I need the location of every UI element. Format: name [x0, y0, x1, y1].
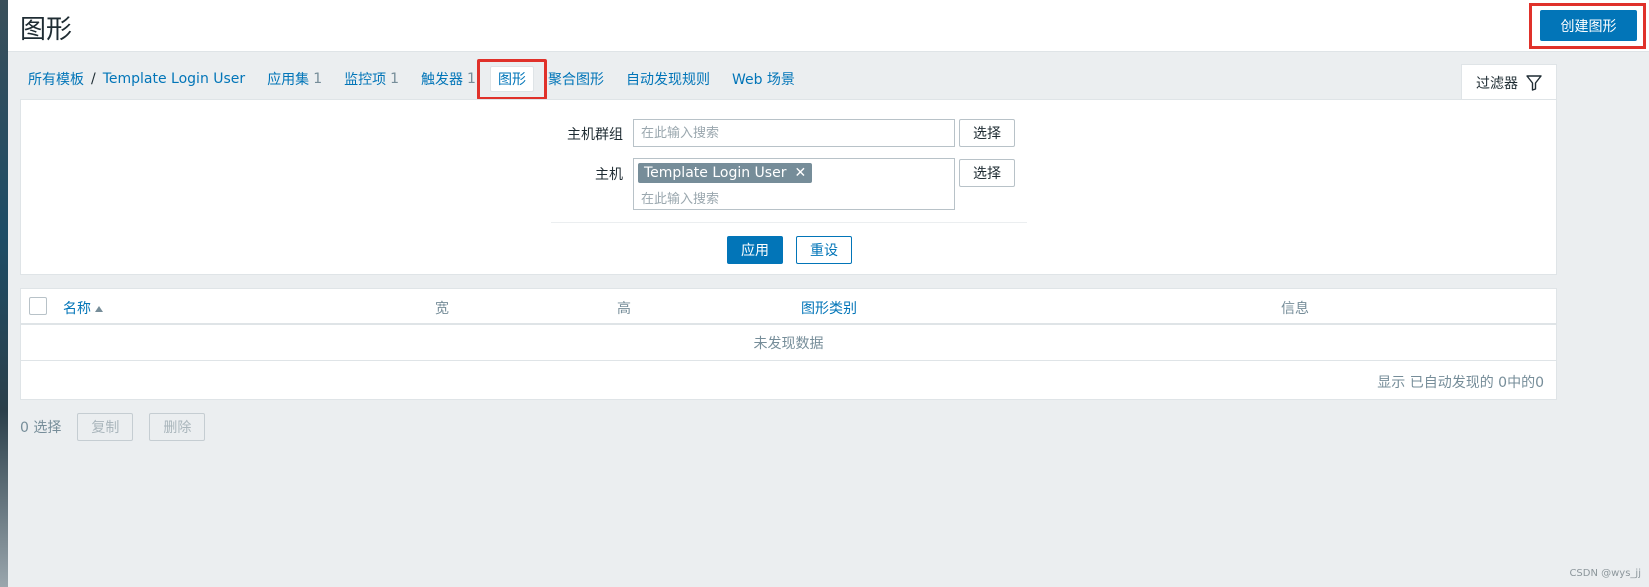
table-header: 名称 宽 高 图形类别 信息 [21, 289, 1556, 325]
funnel-icon [1526, 74, 1542, 91]
selected-count: 0 选择 [20, 420, 62, 436]
host-search-placeholder[interactable]: 在此输入搜索 [641, 188, 719, 207]
column-height: 高 [617, 301, 631, 317]
filter-panel: 主机群组 选择 主机 Template Login User ✕ 在此输入搜索 … [20, 99, 1557, 275]
page-title: 图形 [20, 15, 73, 45]
mass-action-bar: 0 选择 复制 删除 [20, 413, 206, 441]
tab-triggers[interactable]: 触发器 [421, 69, 463, 89]
column-width: 宽 [435, 301, 449, 317]
items-count: 1 [390, 71, 400, 87]
tab-items[interactable]: 监控项 [344, 69, 386, 89]
table-footer-count: 显示 已自动发现的 0中的0 [1377, 375, 1544, 391]
tab-screens[interactable]: 聚合图形 [548, 69, 604, 89]
copy-button[interactable]: 复制 [77, 413, 134, 441]
column-graph-type[interactable]: 图形类别 [801, 298, 857, 318]
host-label: 主机 [595, 167, 623, 183]
graphs-tab-highlight [477, 59, 547, 100]
applications-count: 1 [313, 71, 323, 87]
column-info: 信息 [1281, 301, 1309, 317]
column-name[interactable]: 名称 [63, 298, 103, 318]
tab-applications[interactable]: 应用集 [267, 69, 309, 89]
breadcrumb-template[interactable]: Template Login User [103, 71, 245, 87]
graphs-table: 名称 宽 高 图形类别 信息 未发现数据 显示 已自动发现的 0中的0 [20, 288, 1557, 400]
select-all-checkbox[interactable] [29, 297, 47, 315]
host-tag-label: Template Login User [644, 165, 787, 181]
host-group-label: 主机群组 [567, 127, 623, 143]
host-tag: Template Login User ✕ [638, 163, 813, 183]
host-group-input[interactable] [633, 119, 955, 147]
breadcrumb: 所有模板 / Template Login User 应用集 1 监控项 1 触… [28, 66, 795, 92]
app-window: 图形 创建图形 所有模板 / Template Login User 应用集 1… [8, 0, 1649, 587]
reset-button[interactable]: 重设 [796, 236, 852, 264]
sort-asc-icon [95, 306, 103, 312]
tab-discovery-rules[interactable]: 自动发现规则 [626, 69, 710, 89]
create-graph-button[interactable]: 创建图形 [1540, 10, 1637, 41]
close-icon[interactable]: ✕ [794, 165, 806, 181]
filter-tab-label: 过滤器 [1476, 75, 1518, 92]
left-background-strip [0, 0, 8, 587]
filter-tab[interactable]: 过滤器 [1461, 64, 1557, 100]
apply-button[interactable]: 应用 [727, 236, 783, 264]
host-select-button[interactable]: 选择 [959, 159, 1015, 187]
breadcrumb-separator: / [91, 71, 96, 87]
triggers-count: 1 [467, 71, 476, 87]
column-name-label: 名称 [63, 301, 91, 317]
delete-button[interactable]: 删除 [149, 413, 206, 441]
watermark: CSDN @wys_jj [1569, 568, 1641, 579]
filter-divider [551, 222, 1027, 223]
tab-web-scenarios[interactable]: Web 场景 [732, 69, 795, 89]
breadcrumb-all-templates[interactable]: 所有模板 [28, 69, 84, 89]
host-group-select-button[interactable]: 选择 [959, 119, 1015, 147]
empty-row: 未发现数据 [21, 325, 1556, 361]
host-multiselect[interactable]: Template Login User ✕ 在此输入搜索 [633, 158, 955, 210]
page-header: 图形 创建图形 [8, 0, 1649, 52]
